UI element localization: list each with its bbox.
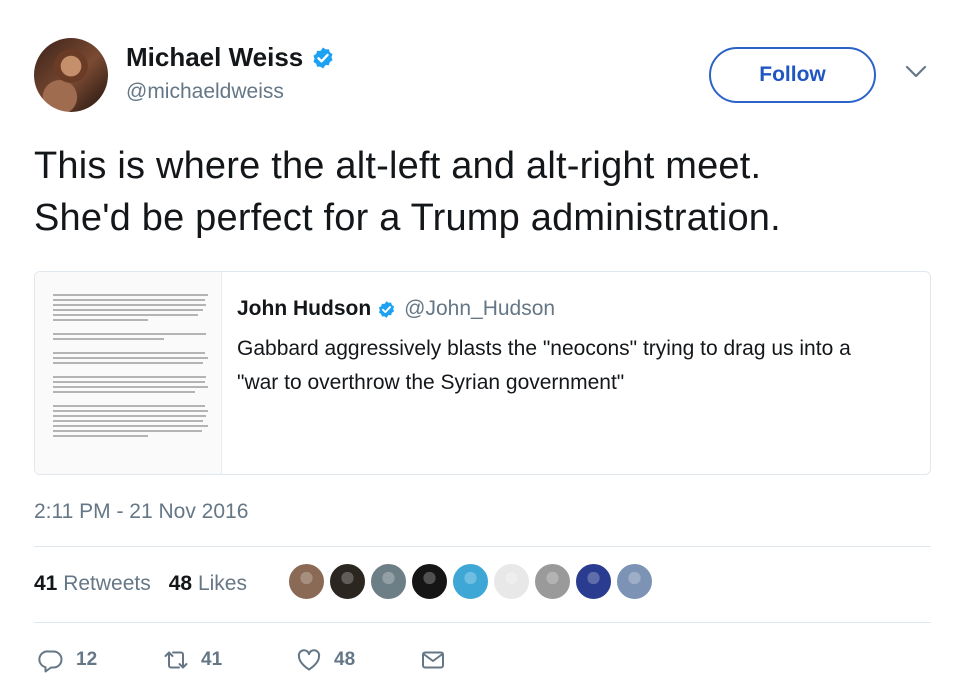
tweet-text-line: She'd be perfect for a Trump administrat… bbox=[34, 197, 781, 239]
retweets-label: Retweets bbox=[63, 572, 151, 595]
likes-label: Likes bbox=[197, 572, 247, 595]
author-avatar[interactable] bbox=[34, 38, 108, 112]
envelope-icon bbox=[422, 651, 444, 669]
divider bbox=[34, 546, 931, 547]
liker-avatar[interactable] bbox=[411, 563, 448, 600]
reply-button[interactable]: 12 bbox=[38, 647, 163, 673]
reply-icon bbox=[38, 650, 63, 673]
quoted-tweet-text-line: Gabbard aggressively blasts the "neocons… bbox=[237, 337, 851, 360]
reply-count: 12 bbox=[76, 649, 98, 670]
likes-stat[interactable]: 48 Likes bbox=[169, 572, 247, 596]
verified-badge-icon bbox=[379, 300, 395, 318]
engagement-stats: 41 Retweets 48 Likes bbox=[34, 572, 247, 596]
likes-count: 48 bbox=[168, 572, 193, 595]
retweets-stat[interactable]: 41 Retweets bbox=[34, 572, 151, 596]
quoted-tweet-text: Gabbard aggressively blasts the "neocons… bbox=[237, 332, 917, 400]
quoted-tweet-text-line: "war to overthrow the Syrian government" bbox=[237, 371, 625, 394]
tweet-actions: 12 41 48 bbox=[38, 647, 446, 673]
quoted-author-name[interactable]: John Hudson bbox=[237, 297, 371, 321]
likers-avatar-list bbox=[288, 563, 653, 600]
liker-avatar[interactable] bbox=[616, 563, 653, 600]
liker-avatar[interactable] bbox=[493, 563, 530, 600]
retweet-count: 41 bbox=[201, 649, 223, 670]
quoted-author-handle[interactable]: @John_Hudson bbox=[404, 297, 555, 321]
liker-avatar[interactable] bbox=[534, 563, 571, 600]
heart-icon bbox=[297, 649, 321, 671]
quoted-tweet-card[interactable]: John Hudson @John_Hudson Gabbard aggress… bbox=[34, 271, 931, 475]
retweet-button[interactable]: 41 bbox=[163, 647, 296, 673]
liker-avatar[interactable] bbox=[452, 563, 489, 600]
liker-avatar[interactable] bbox=[370, 563, 407, 600]
like-count: 48 bbox=[334, 649, 356, 670]
retweets-count: 41 bbox=[34, 572, 58, 595]
liker-avatar[interactable] bbox=[288, 563, 325, 600]
author-name-row: Michael Weiss bbox=[126, 42, 335, 73]
quoted-tweet-header: John Hudson @John_Hudson bbox=[237, 297, 555, 321]
tweet-text-line: This is where the alt-left and alt-right… bbox=[34, 145, 762, 187]
author-handle[interactable]: @michaeldweiss bbox=[126, 80, 284, 104]
liker-avatar[interactable] bbox=[329, 563, 366, 600]
chevron-down-icon[interactable] bbox=[905, 64, 927, 80]
direct-message-button[interactable] bbox=[420, 647, 446, 673]
retweet-icon bbox=[164, 651, 188, 669]
follow-button[interactable]: Follow bbox=[709, 47, 876, 103]
author-name[interactable]: Michael Weiss bbox=[126, 42, 303, 73]
verified-badge-icon bbox=[313, 47, 333, 68]
like-button[interactable]: 48 bbox=[296, 647, 420, 673]
quoted-document-thumbnail bbox=[35, 272, 222, 474]
tweet-text: This is where the alt-left and alt-right… bbox=[34, 140, 934, 244]
divider bbox=[34, 622, 931, 623]
liker-avatar[interactable] bbox=[575, 563, 612, 600]
tweet-timestamp[interactable]: 2:11 PM - 21 Nov 2016 bbox=[34, 500, 248, 524]
